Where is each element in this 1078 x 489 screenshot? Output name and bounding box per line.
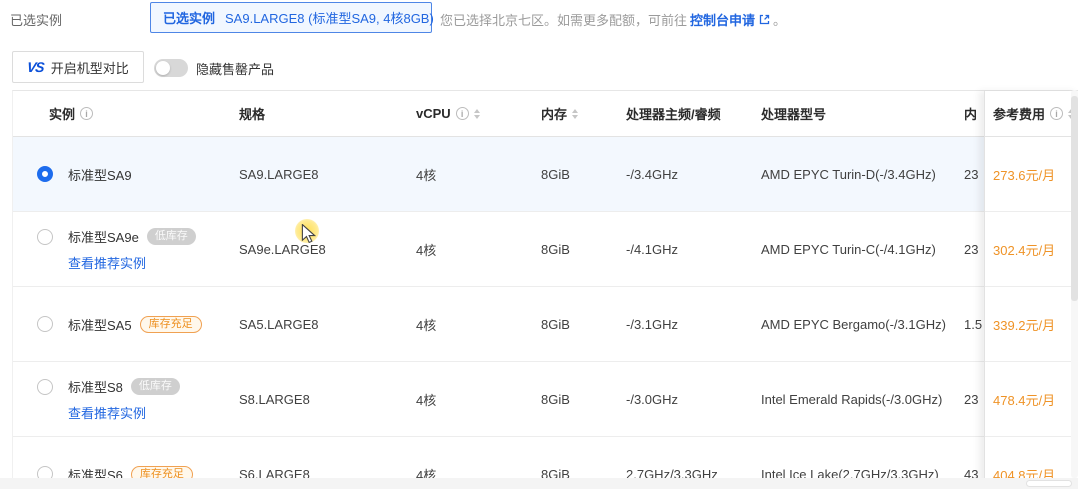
header-cpu-model: 处理器型号 <box>761 104 964 123</box>
vcpu-cell: 4核 <box>416 390 541 409</box>
hide-soldout-toggle[interactable] <box>154 59 188 77</box>
instance-radio[interactable] <box>37 166 53 182</box>
instance-radio[interactable] <box>37 316 53 332</box>
instance-line: 标准型SA9e 低库存 <box>68 227 196 246</box>
page-title: 已选实例 <box>10 10 62 29</box>
toggle-knob-icon <box>156 61 170 75</box>
spec-cell: SA9e.LARGE8 <box>239 242 416 257</box>
price-cells: 273.6元/月302.4元/月339.2元/月478.4元/月404.8元/月 <box>985 137 1078 489</box>
instance-cell: 标准型SA5 库存充足 <box>13 287 239 361</box>
memory-cell: 8GiB <box>541 167 626 182</box>
cpu-model-cell: Intel Emerald Rapids(-/3.0GHz) <box>761 392 964 407</box>
instance-radio[interactable] <box>37 229 53 245</box>
instance-line: 标准型S8 低库存 <box>68 377 180 396</box>
table-row[interactable]: 标准型S8 低库存查看推荐实例 S8.LARGE84核8GiB-/3.0GHzInt… <box>13 362 984 437</box>
vs-icon: VS <box>26 59 44 75</box>
frequency-cell: -/3.0GHz <box>626 392 761 407</box>
header-vcpu[interactable]: vCPU i <box>416 106 541 121</box>
frequency-cell: -/3.4GHz <box>626 167 761 182</box>
selected-instance-chip[interactable]: 已选实例 SA9.LARGE8 (标准型SA9, 4核8GB) <box>150 2 432 33</box>
instance-cell: 标准型SA9e 低库存查看推荐实例 <box>13 212 239 286</box>
price-cell: 273.6元/月 <box>985 137 1078 212</box>
vertical-scrollbar-thumb[interactable] <box>1071 96 1078 301</box>
memory-cell: 8GiB <box>541 317 626 332</box>
header-price[interactable]: 参考费用 i <box>985 91 1078 137</box>
vcpu-cell: 4核 <box>416 315 541 334</box>
table-row[interactable]: 标准型SA9 SA9.LARGE84核8GiB-/3.4GHzAMD EPYC T… <box>13 137 984 212</box>
spec-cell: S8.LARGE8 <box>239 392 416 407</box>
cpu-model-cell: AMD EPYC Turin-D(-/3.4GHz) <box>761 167 964 182</box>
header-instance: 实例 i <box>13 104 239 123</box>
stock-badge: 低库存 <box>131 378 180 395</box>
instance-line: 标准型SA9 <box>68 165 132 184</box>
table-scroll-area: 实例 i 规格 vCPU i 内存 处理器主频/睿频 <box>13 91 984 489</box>
spec-cell: SA5.LARGE8 <box>239 317 416 332</box>
stock-badge: 库存充足 <box>140 316 202 333</box>
table-row[interactable]: 标准型SA9e 低库存查看推荐实例 SA9e.LARGE84核8GiB-/4.1GH… <box>13 212 984 287</box>
instance-cell: 标准型SA9 <box>13 137 239 211</box>
info-icon[interactable]: i <box>456 107 469 120</box>
header-bandwidth-clipped: 内 <box>964 104 984 123</box>
hide-soldout-label: 隐藏售罄产品 <box>196 59 274 78</box>
table-header-row: 实例 i 规格 vCPU i 内存 处理器主频/睿频 <box>13 91 984 137</box>
instance-name: 标准型SA5 <box>68 315 132 334</box>
vcpu-cell: 4核 <box>416 165 541 184</box>
horizontal-scrollbar-thumb[interactable] <box>1026 480 1072 487</box>
instance-main: 标准型S8 低库存查看推荐实例 <box>68 377 180 422</box>
bandwidth-clipped-cell: 23 <box>964 242 984 257</box>
sort-icon[interactable] <box>572 109 578 119</box>
instance-table: 实例 i 规格 vCPU i 内存 处理器主频/睿频 <box>12 90 1078 489</box>
instance-cell: 标准型S8 低库存查看推荐实例 <box>13 362 239 436</box>
instance-main: 标准型SA9 <box>68 165 132 184</box>
header-spec: 规格 <box>239 104 416 123</box>
stock-badge: 低库存 <box>147 228 196 245</box>
instance-selection-page: 已选实例 已选实例 SA9.LARGE8 (标准型SA9, 4核8GB) 您已选… <box>0 0 1078 489</box>
model-compare-label: 开启机型对比 <box>51 58 129 77</box>
horizontal-scrollbar[interactable] <box>0 478 1078 489</box>
instance-main: 标准型SA5 库存充足 <box>68 315 202 334</box>
instance-main: 标准型SA9e 低库存查看推荐实例 <box>68 227 196 272</box>
instance-name: 标准型SA9 <box>68 165 132 184</box>
price-cell: 302.4元/月 <box>985 212 1078 287</box>
bandwidth-clipped-cell: 23 <box>964 167 984 182</box>
sort-icon[interactable] <box>474 109 480 119</box>
spec-cell: SA9.LARGE8 <box>239 167 416 182</box>
model-compare-button[interactable]: VS 开启机型对比 <box>12 51 144 83</box>
vcpu-cell: 4核 <box>416 240 541 259</box>
zone-quota-note: 您已选择北京七区。如需更多配额，可前往 控制台申请 。 <box>440 10 786 29</box>
header-frequency: 处理器主频/睿频 <box>626 104 761 123</box>
external-link-icon <box>759 14 770 25</box>
view-recommended-link[interactable]: 查看推荐实例 <box>68 403 180 422</box>
selected-instance-chip-value: SA9.LARGE8 (标准型SA9, 4核8GB) <box>225 8 434 27</box>
memory-cell: 8GiB <box>541 242 626 257</box>
console-apply-link[interactable]: 控制台申请 <box>690 10 755 29</box>
frequency-cell: -/4.1GHz <box>626 242 761 257</box>
bandwidth-clipped-cell: 1.5 <box>964 317 984 332</box>
selected-instance-chip-prefix: 已选实例 <box>163 8 215 27</box>
memory-cell: 8GiB <box>541 392 626 407</box>
cpu-model-cell: AMD EPYC Turin-C(-/4.1GHz) <box>761 242 964 257</box>
instance-line: 标准型SA5 库存充足 <box>68 315 202 334</box>
vertical-scrollbar[interactable] <box>1071 90 1078 478</box>
table-body: 标准型SA9SA9.LARGE84核8GiB-/3.4GHzAMD EPYC T… <box>13 137 984 489</box>
view-recommended-link[interactable]: 查看推荐实例 <box>68 253 196 272</box>
instance-radio[interactable] <box>37 379 53 395</box>
info-icon[interactable]: i <box>80 107 93 120</box>
price-cell: 478.4元/月 <box>985 362 1078 437</box>
cpu-model-cell: AMD EPYC Bergamo(-/3.1GHz) <box>761 317 964 332</box>
price-fixed-column: 参考费用 i 273.6元/月302.4元/月339.2元/月478.4元/月4… <box>984 91 1078 489</box>
price-cell: 339.2元/月 <box>985 287 1078 362</box>
instance-name: 标准型SA9e <box>68 227 139 246</box>
info-icon[interactable]: i <box>1050 107 1063 120</box>
note-text-before: 您已选择北京七区。如需更多配额，可前往 <box>440 10 687 29</box>
table-row[interactable]: 标准型SA5 库存充足 SA5.LARGE84核8GiB-/3.1GHzAMD EP… <box>13 287 984 362</box>
note-text-after: 。 <box>773 10 786 29</box>
bandwidth-clipped-cell: 23 <box>964 392 984 407</box>
instance-name: 标准型S8 <box>68 377 123 396</box>
header-memory[interactable]: 内存 <box>541 104 626 123</box>
frequency-cell: -/3.1GHz <box>626 317 761 332</box>
